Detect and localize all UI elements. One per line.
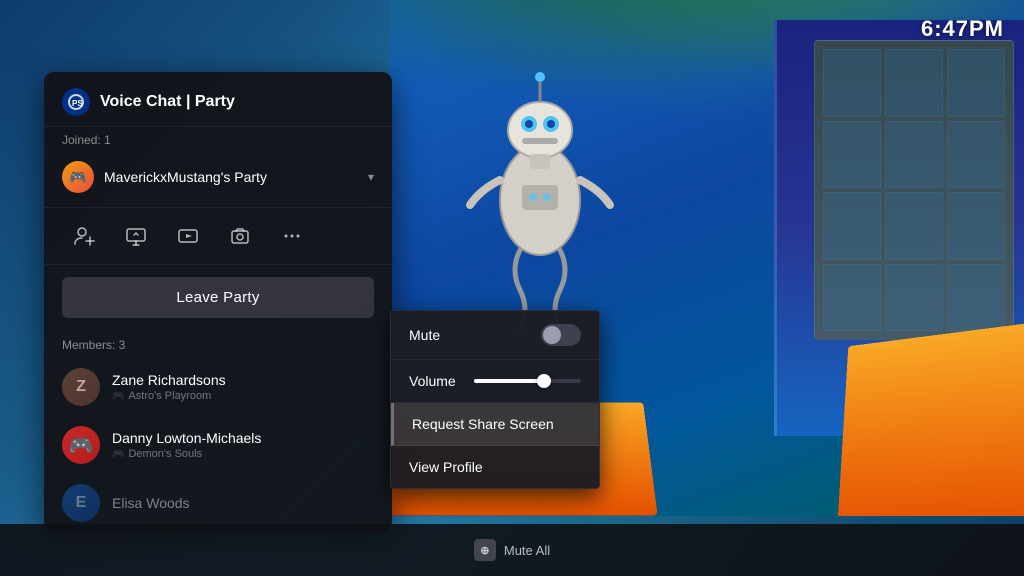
member-name-danny: Danny Lowton-Michaels bbox=[112, 430, 374, 446]
members-header: Members: 3 bbox=[44, 330, 392, 358]
member-item-zane[interactable]: Z Zane Richardsons 🎮 Astro's Playroom bbox=[44, 358, 392, 416]
game-icon-zane: 🎮 bbox=[112, 391, 124, 402]
member-info-elisa: Elisa Woods bbox=[112, 495, 374, 511]
mute-toggle-switch[interactable] bbox=[541, 324, 581, 346]
volume-fill bbox=[474, 379, 544, 383]
mute-all-label[interactable]: Mute All bbox=[504, 543, 550, 558]
member-item-danny[interactable]: 🎮 Danny Lowton-Michaels 🎮 Demon's Souls bbox=[44, 416, 392, 474]
svg-text:PS: PS bbox=[72, 99, 83, 108]
party-host-avatar: 🎮 bbox=[62, 161, 94, 193]
view-profile-label: View Profile bbox=[409, 459, 483, 475]
share-screen-button[interactable] bbox=[114, 218, 158, 254]
member-avatar-elisa: E bbox=[62, 484, 100, 522]
party-name-label: MaverickxMustang's Party bbox=[104, 169, 358, 185]
clock: 6:47PM bbox=[921, 16, 1004, 42]
toolbar bbox=[44, 207, 392, 265]
party-selector[interactable]: 🎮 MaverickxMustang's Party ▾ bbox=[44, 153, 392, 201]
volume-row: Volume bbox=[391, 360, 599, 403]
game-label-zane: Astro's Playroom bbox=[128, 390, 211, 402]
share-game-button[interactable] bbox=[166, 218, 210, 254]
ps-logo-icon: PS bbox=[62, 88, 90, 116]
robot-figure bbox=[440, 20, 640, 340]
context-menu: Mute Volume Request Share Screen View Pr… bbox=[390, 310, 600, 489]
joined-info: Joined: 1 bbox=[44, 127, 392, 153]
panel-title: Voice Chat | Party bbox=[100, 93, 235, 111]
view-profile-item[interactable]: View Profile bbox=[391, 446, 599, 488]
volume-slider[interactable] bbox=[474, 379, 581, 383]
member-info-danny: Danny Lowton-Michaels 🎮 Demon's Souls bbox=[112, 430, 374, 460]
mute-all-footer: ⊕ Mute All bbox=[0, 524, 1024, 576]
member-avatar-zane: Z bbox=[62, 368, 100, 406]
game-label-danny: Demon's Souls bbox=[128, 448, 202, 460]
member-name-zane: Zane Richardsons bbox=[112, 372, 374, 388]
volume-label: Volume bbox=[409, 373, 464, 389]
member-name-elisa: Elisa Woods bbox=[112, 495, 374, 511]
capture-button[interactable] bbox=[218, 218, 262, 254]
request-share-label: Request Share Screen bbox=[412, 416, 554, 432]
mute-all-icon: ⊕ bbox=[474, 539, 496, 561]
mute-label: Mute bbox=[409, 327, 440, 343]
leave-party-button[interactable]: Leave Party bbox=[62, 277, 374, 318]
member-game-zane: 🎮 Astro's Playroom bbox=[112, 390, 374, 402]
member-game-danny: 🎮 Demon's Souls bbox=[112, 448, 374, 460]
member-info-zane: Zane Richardsons 🎮 Astro's Playroom bbox=[112, 372, 374, 402]
member-avatar-danny: 🎮 bbox=[62, 426, 100, 464]
chevron-down-icon: ▾ bbox=[368, 170, 374, 184]
panel-header: PS Voice Chat | Party bbox=[44, 72, 392, 127]
volume-thumb[interactable] bbox=[537, 374, 551, 388]
game-icon-danny: 🎮 bbox=[112, 449, 124, 460]
add-friend-button[interactable] bbox=[62, 218, 106, 254]
mute-toggle-item[interactable]: Mute bbox=[391, 311, 599, 360]
more-options-button[interactable] bbox=[270, 218, 314, 254]
voice-chat-panel: PS Voice Chat | Party Joined: 1 🎮 Maveri… bbox=[44, 72, 392, 532]
request-share-screen-item[interactable]: Request Share Screen bbox=[391, 403, 599, 446]
